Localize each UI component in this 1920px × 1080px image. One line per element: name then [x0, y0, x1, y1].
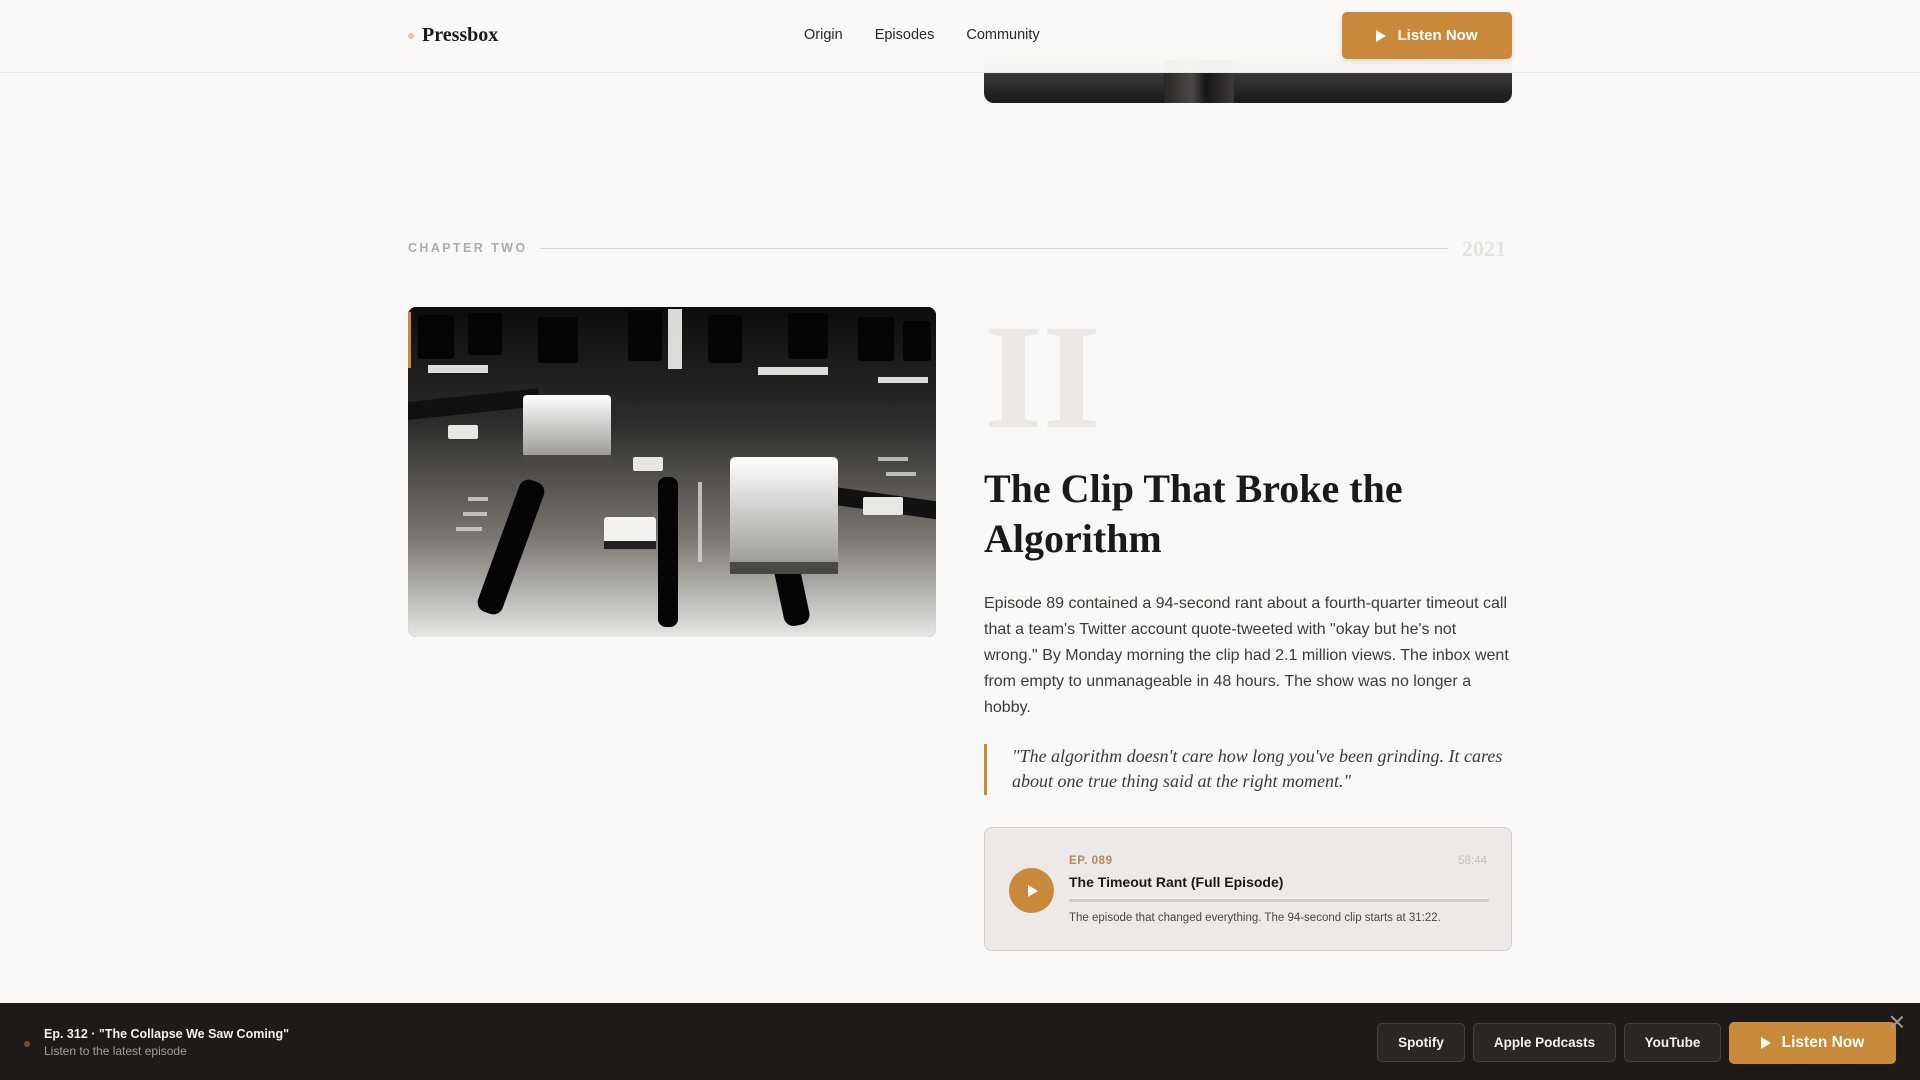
sticky-player-bar: Ep. 312 · "The Collapse We Saw Coming" L…: [0, 1003, 1920, 1080]
play-icon: [1028, 884, 1038, 897]
chapter-divider: [540, 248, 1448, 249]
latest-episode-subtitle: Listen to the latest episode: [44, 1044, 187, 1058]
nav-link-origin[interactable]: Origin: [804, 27, 843, 43]
play-icon: [1760, 1037, 1771, 1049]
bottom-listen-now-button[interactable]: Listen Now: [1729, 1022, 1896, 1064]
brand-dot-icon: [408, 32, 414, 39]
play-icon: [1376, 29, 1387, 42]
chapter-body: Episode 89 contained a 94-second rant ab…: [984, 595, 1509, 716]
site-header: Pressbox Origin Episodes Community Liste…: [0, 0, 1920, 73]
episode-progress-bar[interactable]: [1069, 899, 1489, 902]
main-nav: Origin Episodes Community: [804, 27, 1072, 43]
episode-description: The episode that changed everything. The…: [1069, 912, 1441, 924]
episode-play-button[interactable]: [1009, 868, 1054, 913]
episode-card: EP. 089 58:44 The Timeout Rant (Full Epi…: [984, 827, 1512, 951]
nav-link-episodes[interactable]: Episodes: [875, 27, 935, 43]
chapter-pull-quote: "The algorithm doesn't care how long you…: [984, 744, 1512, 795]
live-indicator-dot-icon: [24, 1041, 30, 1047]
episode-duration: 58:44: [1458, 855, 1487, 867]
episode-title: The Timeout Rant (Full Episode): [1069, 874, 1284, 890]
listen-now-button[interactable]: Listen Now: [1342, 12, 1512, 59]
close-icon[interactable]: [1889, 1014, 1905, 1030]
episode-number: EP. 089: [1069, 855, 1113, 867]
image-accent-bar: [408, 312, 411, 368]
chapter-year: 2021: [1462, 236, 1506, 261]
chapter-label: CHAPTER TWO: [408, 241, 528, 255]
chapter-numeral: II: [984, 294, 1101, 460]
spotify-button[interactable]: Spotify: [1377, 1023, 1465, 1062]
chapter-title: The Clip That Broke the Algorithm: [984, 466, 1403, 561]
apple-podcasts-button[interactable]: Apple Podcasts: [1473, 1023, 1616, 1062]
youtube-button[interactable]: YouTube: [1624, 1023, 1721, 1062]
nav-link-community[interactable]: Community: [966, 27, 1039, 43]
brand-name: Pressbox: [422, 24, 499, 46]
brand-logo[interactable]: Pressbox: [408, 24, 498, 47]
mixing-console-image: [408, 307, 936, 637]
listen-now-label: Listen Now: [1397, 27, 1478, 44]
latest-episode-title[interactable]: Ep. 312 · "The Collapse We Saw Coming": [44, 1027, 289, 1041]
mixing-console-illustration: [408, 307, 936, 637]
bottom-listen-now-label: Listen Now: [1781, 1034, 1865, 1051]
